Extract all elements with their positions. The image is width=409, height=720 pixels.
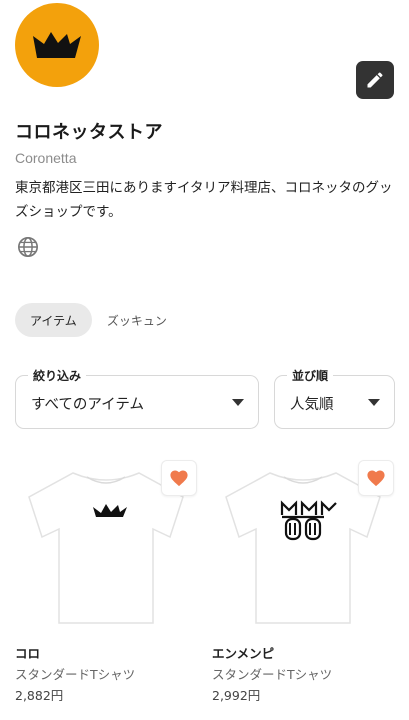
product-type: スタンダードTシャツ [15, 667, 136, 682]
sort-value: 人気順 [290, 397, 334, 413]
filter-label: 絞り込み [28, 367, 87, 384]
globe-icon [18, 237, 38, 257]
sort-label: 並び順 [287, 367, 334, 384]
crown-logo-icon [33, 32, 81, 58]
product-price: 2,882円 [15, 688, 64, 703]
sort-select[interactable]: 並び順 人気順 [274, 367, 395, 429]
pencil-icon [367, 72, 383, 88]
shop-subname: Coronetta [15, 150, 77, 166]
heart-icon [367, 470, 385, 487]
website-link[interactable] [17, 236, 39, 262]
favorite-button[interactable] [161, 460, 197, 496]
favorite-button[interactable] [358, 460, 394, 496]
product-price: 2,992円 [212, 688, 261, 703]
filter-value: すべてのアイテム [31, 397, 144, 413]
tab-zukkyun-label: ズッキュン [106, 313, 167, 328]
shop-tabs: アイテム ズッキュン [15, 303, 182, 337]
tab-items[interactable]: アイテム [15, 303, 92, 337]
product-title: コロ [15, 646, 41, 661]
caret-down-icon [368, 399, 380, 406]
filter-select[interactable]: 絞り込み すべてのアイテム [15, 367, 259, 429]
tab-zukkyun[interactable]: ズッキュン [92, 303, 182, 337]
product-title: エンメンピ [212, 646, 275, 661]
shop-avatar [15, 3, 99, 87]
caret-down-icon [232, 399, 244, 406]
heart-icon [170, 470, 188, 487]
shop-description: 東京都港区三田にありますイタリア料理店、コロネッタのグッズショップです。 [15, 180, 393, 220]
edit-profile-button[interactable] [356, 61, 394, 99]
tab-items-label: アイテム [30, 313, 77, 328]
shop-name: コロネッタストア [15, 122, 163, 143]
product-type: スタンダードTシャツ [212, 667, 333, 682]
